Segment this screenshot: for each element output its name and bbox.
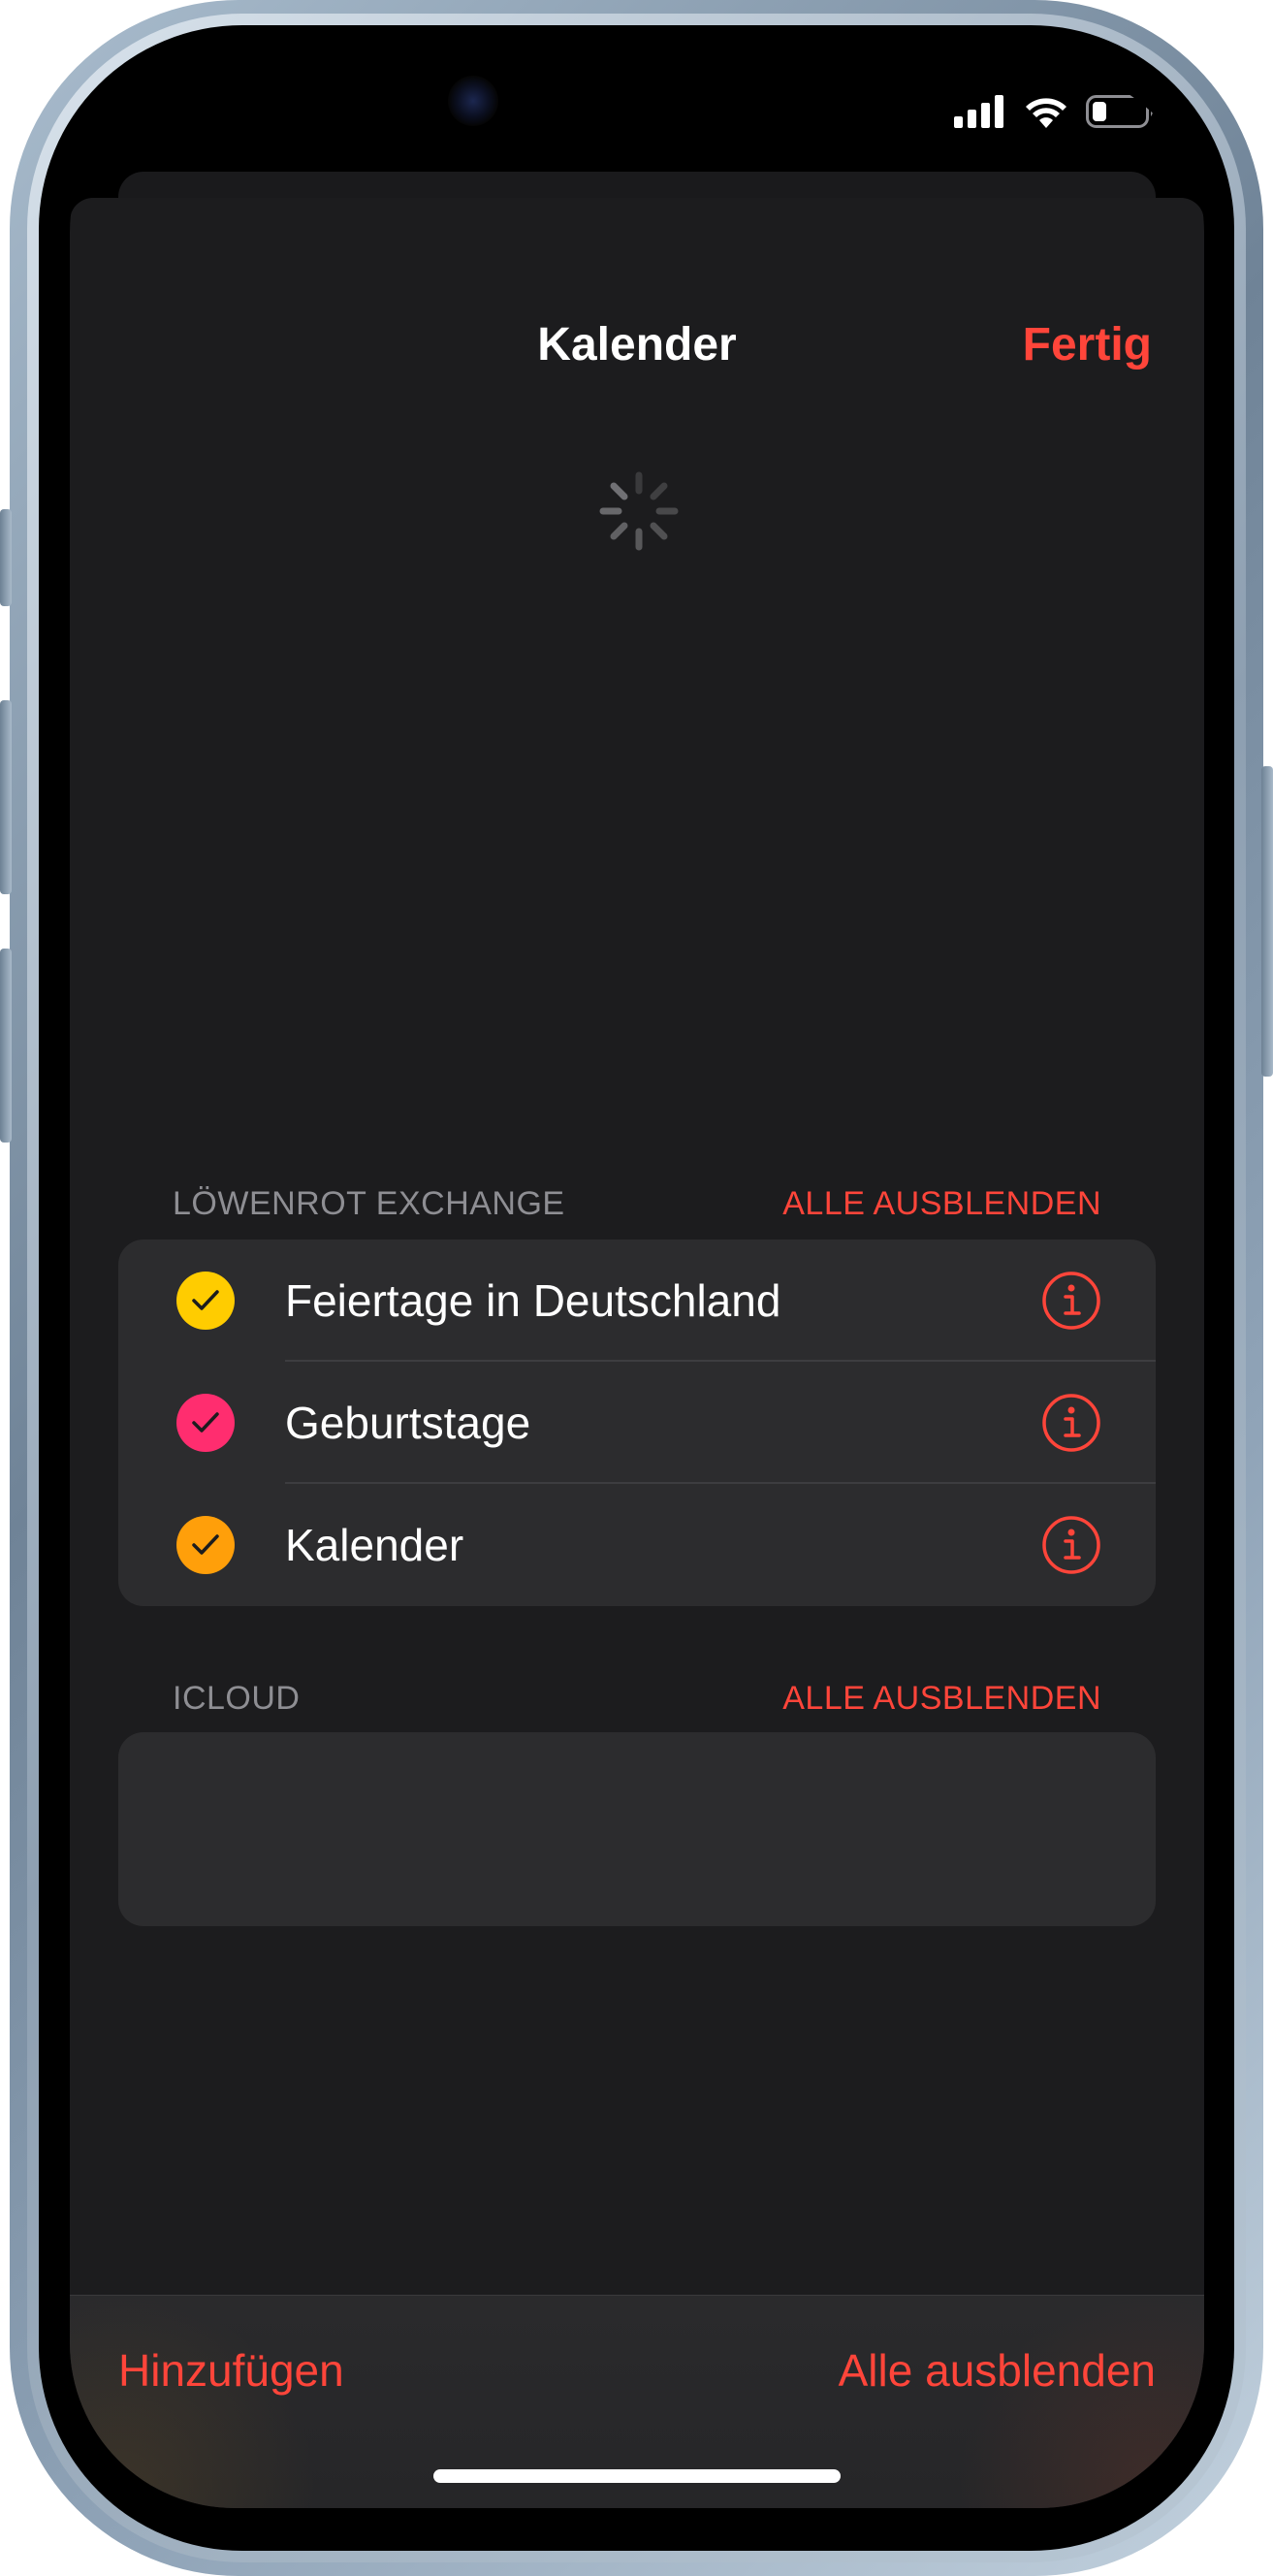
cellular-signal-icon bbox=[954, 95, 1003, 128]
calendar-list-icloud bbox=[118, 1732, 1156, 1926]
section-header-exchange: LÖWENROT EXCHANGE ALLE AUSBLENDEN bbox=[173, 1179, 1101, 1228]
calendar-name: Kalender bbox=[285, 1520, 464, 1570]
list-item[interactable]: Kalender bbox=[118, 1484, 1156, 1606]
calendar-checkmark-icon[interactable] bbox=[176, 1394, 235, 1452]
section-title: ICLOUD bbox=[173, 1679, 301, 1717]
action-button bbox=[0, 509, 12, 606]
power-button bbox=[1261, 766, 1273, 1077]
home-indicator[interactable] bbox=[433, 2469, 841, 2483]
hide-all-section-button[interactable]: ALLE AUSBLENDEN bbox=[782, 1185, 1101, 1223]
status-bar bbox=[954, 87, 1156, 136]
section-header-icloud: ICLOUD ALLE AUSBLENDEN bbox=[173, 1674, 1101, 1723]
calendar-list-exchange: Feiertage in Deutschland Geburtstage Kal… bbox=[118, 1240, 1156, 1606]
list-item[interactable]: Feiertage in Deutschland bbox=[118, 1240, 1156, 1362]
calendar-name: Geburtstage bbox=[285, 1398, 531, 1448]
loading-spinner-icon bbox=[599, 471, 679, 551]
wifi-icon bbox=[1026, 98, 1066, 128]
section-title: LÖWENROT EXCHANGE bbox=[173, 1184, 565, 1222]
battery-icon bbox=[1086, 95, 1153, 128]
calendar-sheet: Kalender Fertig LÖWENROT EXCHANGE ALLE A… bbox=[70, 198, 1204, 2508]
calendar-checkmark-icon[interactable] bbox=[176, 1516, 235, 1574]
front-camera bbox=[448, 76, 498, 126]
hide-all-button[interactable]: Alle ausblenden bbox=[839, 2344, 1156, 2397]
iphone-device: Kalender Fertig LÖWENROT EXCHANGE ALLE A… bbox=[0, 0, 1273, 2576]
hide-all-section-button[interactable]: ALLE AUSBLENDEN bbox=[782, 1680, 1101, 1718]
add-calendar-button[interactable]: Hinzufügen bbox=[118, 2344, 344, 2397]
info-icon[interactable] bbox=[1041, 1393, 1101, 1453]
calendar-name: Feiertage in Deutschland bbox=[285, 1275, 781, 1326]
calendar-checkmark-icon[interactable] bbox=[176, 1272, 235, 1330]
info-icon[interactable] bbox=[1041, 1271, 1101, 1331]
list-item[interactable]: Geburtstage bbox=[118, 1362, 1156, 1484]
volume-up-button bbox=[0, 700, 12, 894]
screen: Kalender Fertig LÖWENROT EXCHANGE ALLE A… bbox=[70, 68, 1204, 2508]
info-icon[interactable] bbox=[1041, 1515, 1101, 1575]
volume-down-button bbox=[0, 949, 12, 1143]
done-button[interactable]: Fertig bbox=[1023, 318, 1152, 371]
